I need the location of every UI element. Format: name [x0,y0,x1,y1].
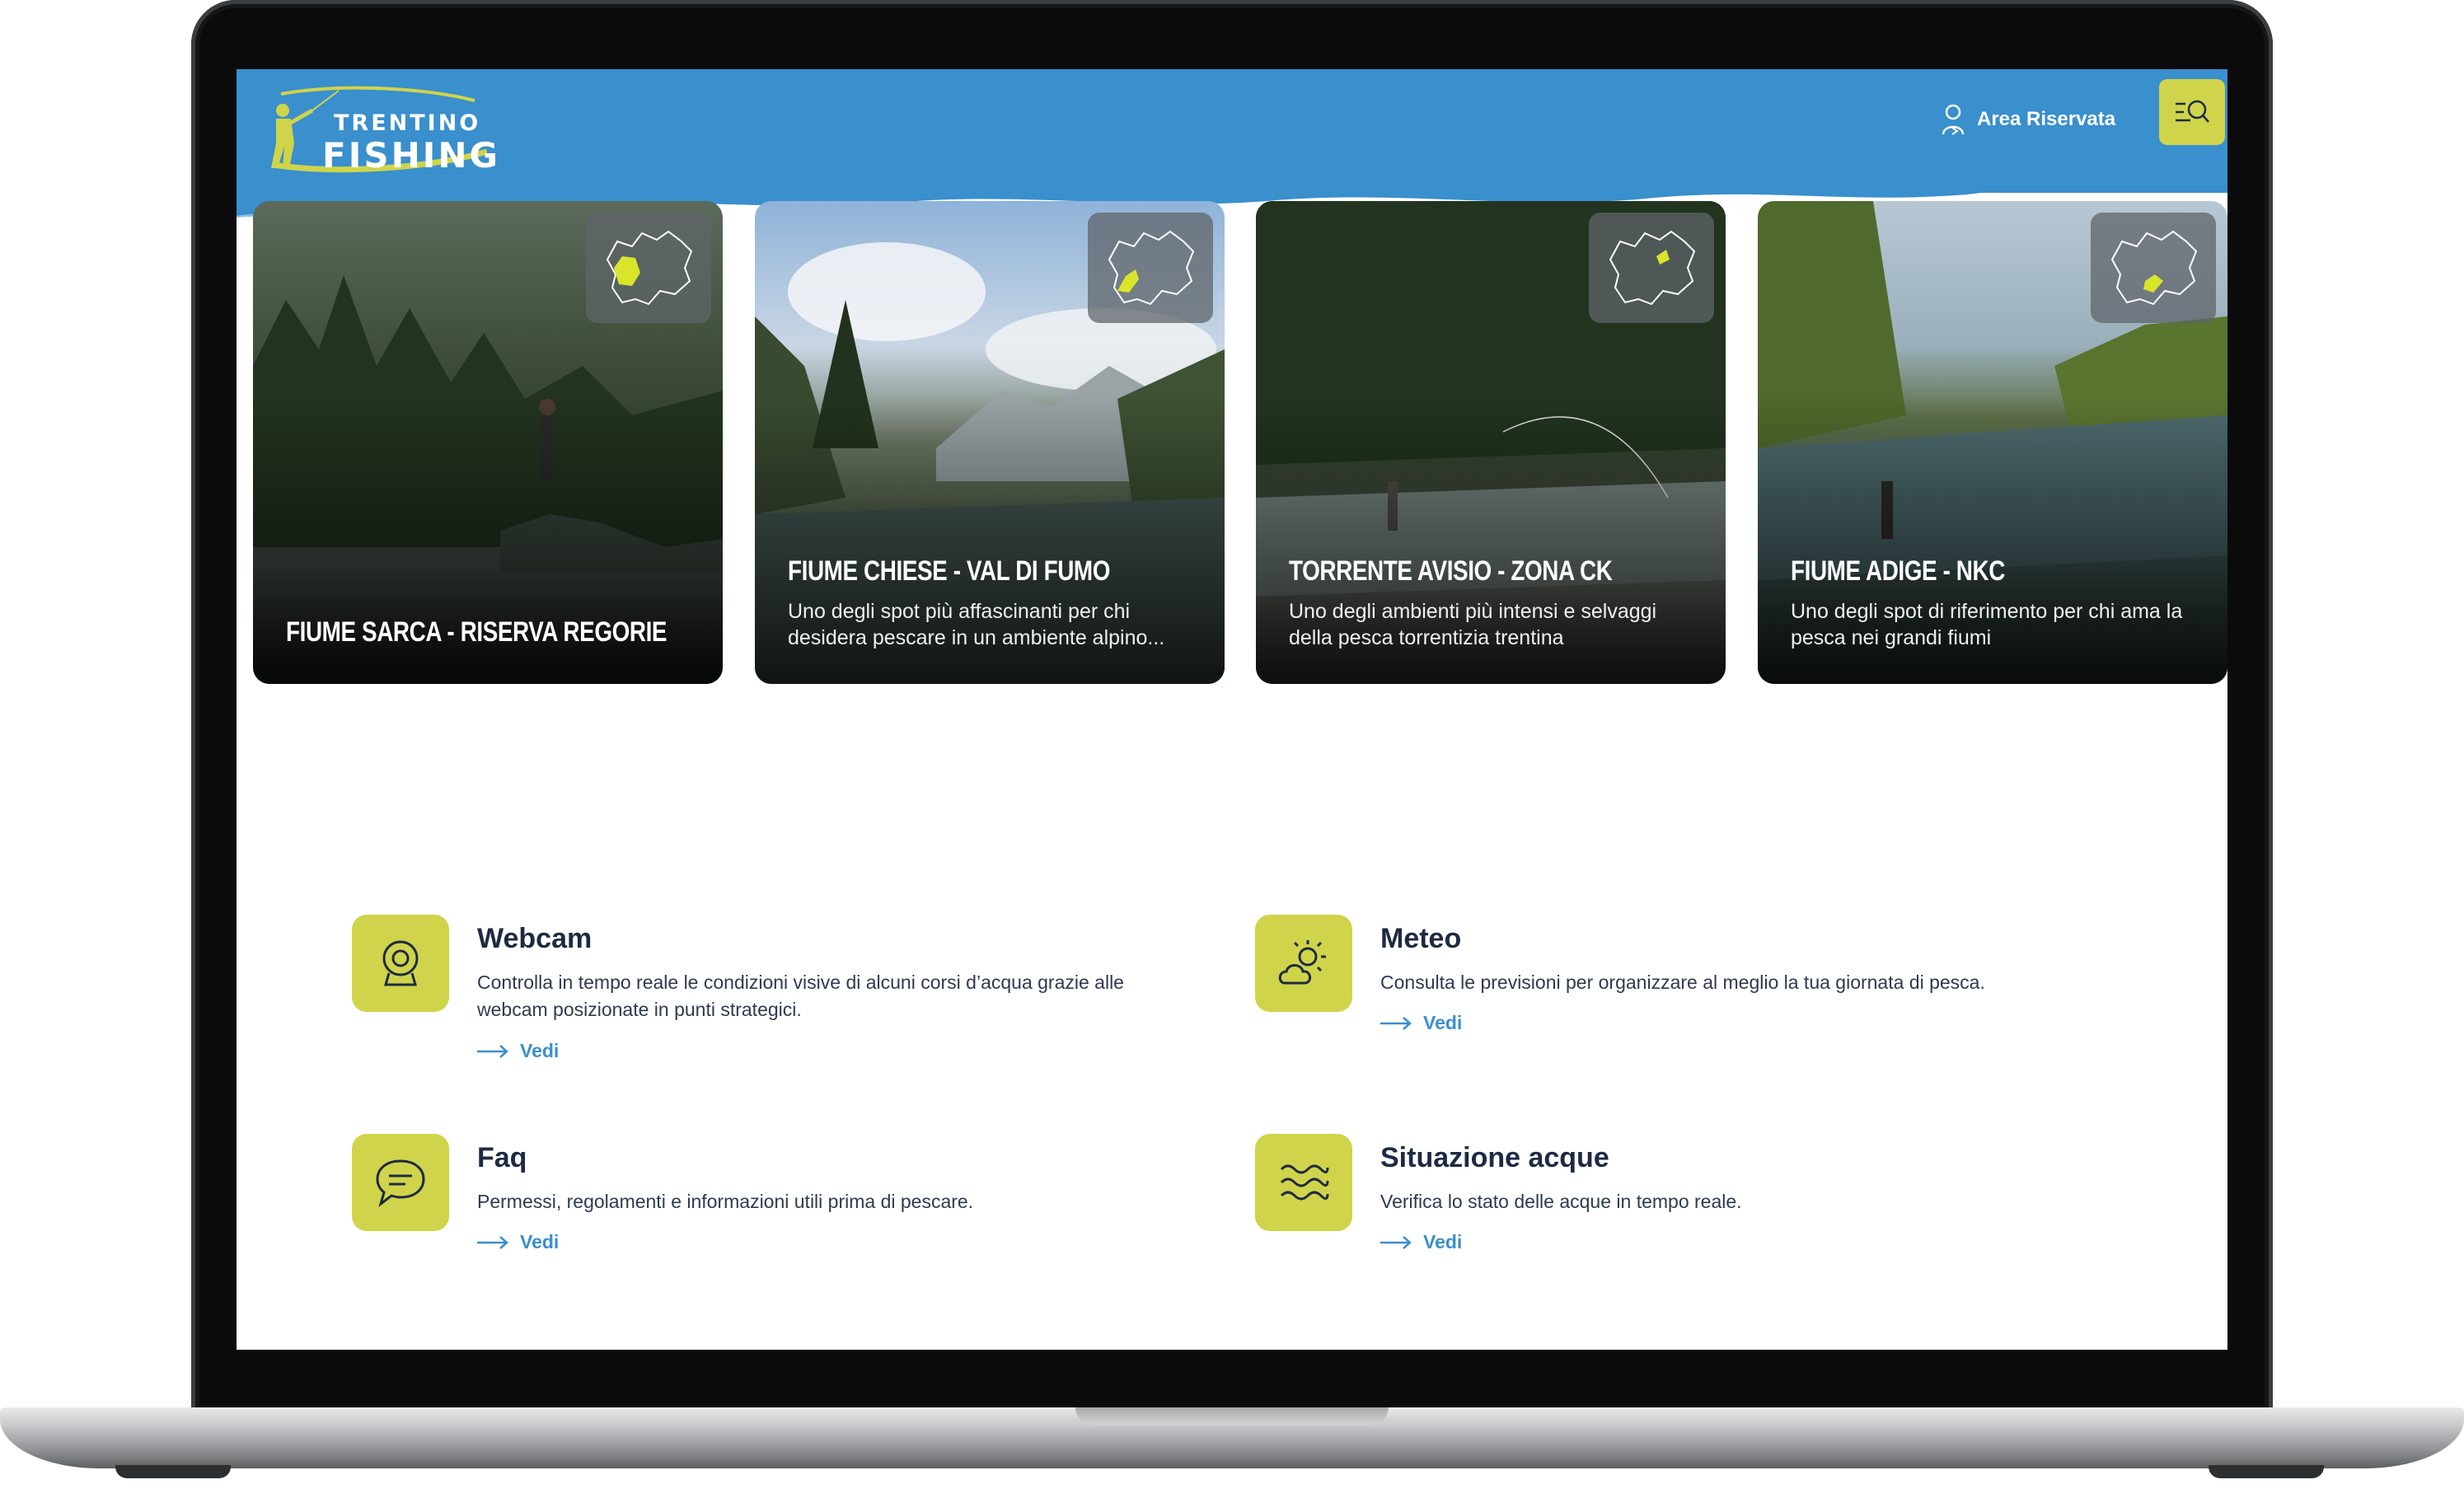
vedi-link-label: Vedi [520,1231,560,1252]
arrow-right-icon [1380,1016,1412,1030]
site-logo[interactable]: TRENTINO FISHING [248,86,498,176]
map-badge [586,213,711,323]
service-description: Controlla in tempo reale le condizioni v… [477,972,1124,1020]
laptop-foot [2209,1465,2324,1478]
service-title: Webcam [477,923,593,954]
card-title: FIUME SARCA - RISERVA REGORIE [286,616,668,648]
spot-card-chiese[interactable]: FIUME CHIESE - VAL DI FUMO Uno degli spo… [755,201,1225,684]
menu-search-button[interactable] [2159,79,2225,145]
card-description: Uno degli spot di riferimento per chi am… [1791,600,2183,649]
service-description: Permessi, regolamenti e informazioni uti… [477,1191,974,1212]
arrow-right-icon [1380,1235,1412,1249]
browser-viewport: TRENTINO FISHING Area Riservata FIUME SA… [237,69,2227,1350]
trentino-map-icon [2110,230,2198,306]
logo-text-fishing: FISHING [322,135,500,176]
service-webcam: Webcam Controlla in tempo reale le condi… [352,915,1176,1079]
user-icon [1942,104,1965,135]
card-title: FIUME CHIESE - VAL DI FUMO [788,555,1111,587]
card-description: Uno degli ambienti più intensi e selvagg… [1289,600,1657,649]
logo-text-trentino: TRENTINO [334,110,481,136]
service-title: Situazione acque [1380,1142,1609,1173]
card-title: FIUME ADIGE - NKC [1791,555,2005,587]
laptop-notch [1075,1407,1389,1426]
laptop-foot [115,1465,231,1478]
webcam-icon [382,940,419,986]
trentino-map-icon [1609,230,1696,306]
vedi-link-label: Vedi [1423,1231,1463,1252]
card-description: Uno degli spot più affascinanti per chi … [788,600,1165,649]
weather-icon-tile[interactable] [1255,915,1352,1012]
service-description: Verifica lo stato delle acque in tempo r… [1380,1191,1742,1212]
arrow-right-icon [477,1235,508,1249]
card-title: TORRENTE AVISIO - ZONA CK [1289,555,1613,587]
spot-card-avisio[interactable]: TORRENTE AVISIO - ZONA CK Uno degli ambi… [1256,201,1726,684]
map-badge [2091,213,2216,323]
vedi-link[interactable]: Vedi [477,1040,559,1062]
vedi-link[interactable]: Vedi [1380,1012,1462,1034]
chat-bubble-icon-tile[interactable] [352,1134,449,1231]
map-badge [1589,213,1714,323]
waves-icon-tile[interactable] [1255,1134,1352,1231]
vedi-link[interactable]: Vedi [1380,1231,1462,1253]
service-situazione-acque: Situazione acque Verifica lo stato delle… [1255,1134,2079,1299]
service-meteo: Meteo Consulta le previsioni per organiz… [1255,915,2079,1079]
spot-card-sarca[interactable]: FIUME SARCA - RISERVA REGORIE [253,201,723,684]
service-title: Meteo [1380,923,1462,954]
waves-icon [1280,1164,1329,1201]
webcam-icon-tile[interactable] [352,915,449,1012]
vedi-link[interactable]: Vedi [477,1231,559,1253]
trentino-map-icon [606,230,693,306]
area-riservata-link[interactable]: Area Riservata [1941,99,2115,140]
service-faq: Faq Permessi, regolamenti e informazioni… [352,1134,1176,1299]
chat-bubble-icon [376,1159,425,1207]
spot-card-adige[interactable]: FIUME ADIGE - NKC Uno degli spot di rife… [1758,201,2227,684]
vedi-link-label: Vedi [1423,1012,1463,1033]
trentino-map-icon [1108,230,1195,306]
service-title: Faq [477,1142,527,1173]
vedi-link-label: Vedi [520,1040,560,1061]
service-description: Consulta le previsioni per organizzare a… [1380,972,1985,993]
menu-search-icon [2176,100,2209,123]
arrow-right-icon [477,1044,508,1058]
weather-icon [1278,940,1326,985]
map-badge [1088,213,1213,323]
area-riservata-label: Area Riservata [1977,108,2116,130]
